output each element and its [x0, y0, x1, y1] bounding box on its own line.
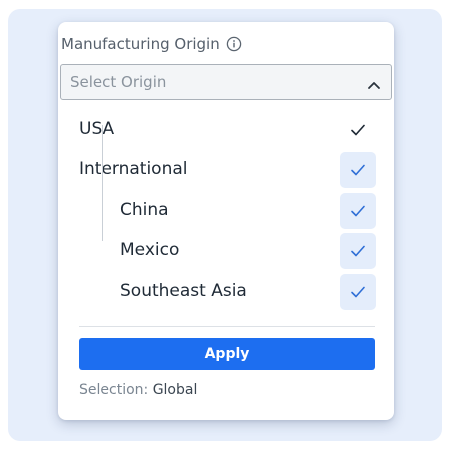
chevron-up-icon[interactable]	[367, 76, 381, 89]
tree-connector-line	[102, 125, 103, 241]
dropdown-card: Manufacturing Origin Select Origin USA I…	[58, 22, 394, 420]
check-icon[interactable]	[340, 233, 376, 269]
check-icon[interactable]	[340, 112, 376, 148]
option-label: USA	[79, 119, 115, 139]
selection-summary: Selection: Global	[79, 382, 197, 398]
option-usa[interactable]: USA	[58, 110, 394, 150]
option-label: Mexico	[120, 240, 180, 260]
check-icon[interactable]	[340, 193, 376, 229]
check-icon[interactable]	[340, 274, 376, 310]
selection-prefix: Selection:	[79, 382, 149, 398]
option-label: China	[120, 200, 169, 220]
divider	[79, 326, 375, 327]
field-label: Manufacturing Origin	[61, 35, 220, 53]
option-mexico[interactable]: Mexico	[58, 231, 394, 271]
option-label: International	[79, 159, 188, 179]
option-southeast-asia[interactable]: Southeast Asia	[58, 272, 394, 312]
select-placeholder: Select Origin	[70, 73, 167, 91]
option-china[interactable]: China	[58, 191, 394, 231]
field-label-row: Manufacturing Origin	[61, 35, 242, 53]
option-international[interactable]: International	[58, 150, 394, 190]
option-label: Southeast Asia	[120, 281, 247, 301]
info-icon[interactable]	[226, 36, 242, 52]
origin-select[interactable]: Select Origin	[60, 64, 392, 100]
apply-button[interactable]: Apply	[79, 338, 375, 370]
check-icon[interactable]	[340, 152, 376, 188]
selection-value: Global	[152, 382, 198, 398]
